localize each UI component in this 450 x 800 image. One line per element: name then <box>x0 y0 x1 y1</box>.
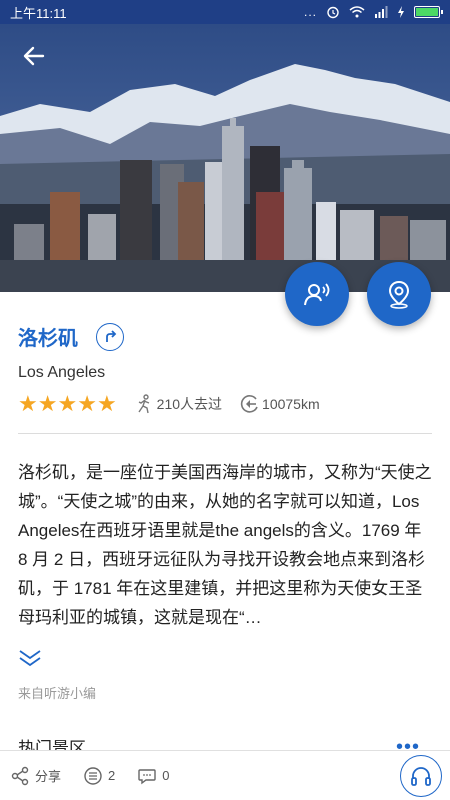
share-button[interactable]: 分享 <box>10 766 61 786</box>
charging-icon <box>398 6 404 18</box>
signal-icon <box>375 6 388 18</box>
divider <box>18 433 432 434</box>
list-icon <box>84 766 102 785</box>
list-count: 2 <box>108 768 116 783</box>
battery-icon <box>414 6 443 18</box>
location-button[interactable] <box>367 262 431 326</box>
visitors-label: 210人去过 <box>156 396 223 412</box>
page-title: 洛杉矶 <box>18 328 78 350</box>
status-time: 上午11:11 <box>10 5 67 21</box>
star-icon: ★ <box>18 391 38 416</box>
audio-guide-button[interactable] <box>285 262 349 326</box>
location-pin-icon <box>388 280 410 309</box>
walking-person-icon <box>138 394 149 414</box>
status-icons: ... <box>303 5 443 19</box>
star-icon: ★ <box>96 391 117 416</box>
expand-chevron-icon[interactable] <box>16 648 44 668</box>
description-text: 洛杉矶，是一座位于美国西海岸的城市，又称为“天使之城”。“天使之城”的由来，从她… <box>18 463 432 627</box>
share-icon <box>11 766 29 785</box>
hero-image <box>0 24 450 292</box>
distance-info: 10075km <box>240 394 320 414</box>
wifi-icon <box>349 6 365 18</box>
comment-count: 0 <box>162 768 170 783</box>
rating-stars: ★ ★ ★ ★ ★ <box>18 393 117 415</box>
comment-button[interactable]: 0 <box>137 766 169 786</box>
headphones-icon <box>411 767 431 786</box>
star-icon: ★ <box>37 391 58 416</box>
english-name: Los Angeles <box>18 364 106 381</box>
status-bar: 上午11:11 ... <box>0 0 450 24</box>
source-label: 来自听游小编 <box>18 686 97 701</box>
destination-detail-page: 上午11:11 ... 洛杉矶 Los Angeles ★ ★ ★ ★ ★ 21… <box>0 0 450 800</box>
visitors-count: 210人去过 <box>135 394 222 414</box>
comment-icon <box>138 768 156 784</box>
star-icon: ★ <box>57 391 78 416</box>
meta-row: ★ ★ ★ ★ ★ 210人去过 10075km <box>18 393 320 415</box>
star-icon: ★ <box>77 391 97 416</box>
notification-dots: ... <box>303 5 317 19</box>
share-label: 分享 <box>35 769 62 784</box>
list-button[interactable]: 2 <box>83 766 115 786</box>
alarm-icon <box>327 6 339 19</box>
bottom-bar: 分享 2 0 <box>0 750 450 800</box>
turn-right-arrow-icon <box>106 329 117 342</box>
audio-play-button[interactable] <box>400 755 442 797</box>
audio-guide-icon <box>304 283 330 306</box>
distance-label: 10075km <box>262 396 320 412</box>
title-row: 洛杉矶 <box>18 322 124 351</box>
description: 洛杉矶，是一座位于美国西海岸的城市，又称为“天使之城”。“天使之城”的由来，从她… <box>18 458 432 632</box>
distance-icon <box>240 395 258 413</box>
back-button[interactable] <box>18 40 50 72</box>
arrow-left-icon <box>23 46 45 66</box>
navigate-button[interactable] <box>96 322 124 351</box>
